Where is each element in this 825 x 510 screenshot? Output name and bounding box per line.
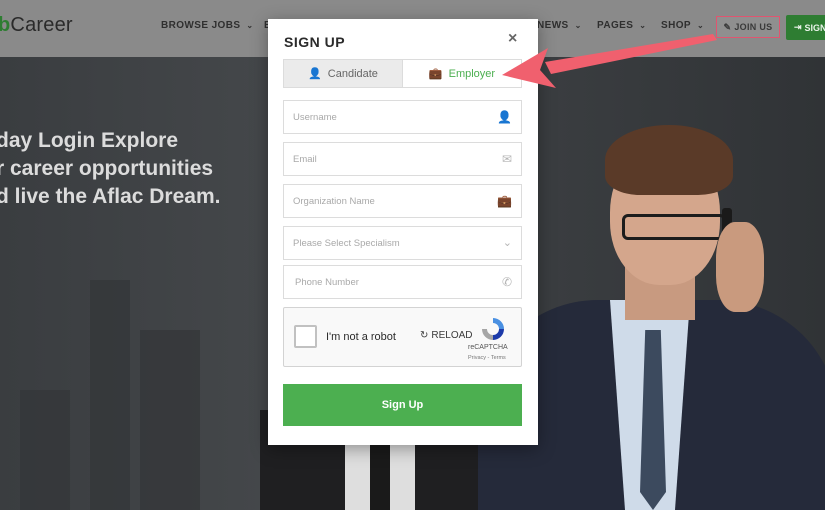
nav-pages[interactable]: PAGES ⌄ (597, 20, 646, 31)
phone-field[interactable]: ✆ (283, 265, 522, 299)
hero-line: day Login Explore (0, 129, 179, 152)
tab-candidate[interactable]: 👤 Candidate (284, 60, 403, 87)
tab-employer[interactable]: 💼 Employer (403, 60, 521, 87)
modal-title: SIGN UP (284, 34, 346, 50)
reload-icon: ↻ (420, 330, 429, 341)
hero-person-glasses (622, 214, 726, 240)
hero-person-hand (716, 222, 764, 312)
pencil-icon: ✎ (723, 21, 732, 32)
close-icon[interactable]: × (508, 30, 517, 48)
briefcase-icon: 💼 (497, 194, 512, 208)
organization-input[interactable] (284, 185, 521, 217)
hero-line: r career opportunities (0, 157, 214, 180)
organization-field[interactable]: 💼 (283, 184, 522, 218)
recaptcha-checkbox[interactable] (294, 325, 317, 348)
chevron-down-icon: ⌄ (639, 21, 647, 30)
recaptcha-links[interactable]: Privacy - Terms (468, 355, 506, 361)
recaptcha-logo-icon (482, 318, 504, 340)
envelope-icon: ✉ (501, 152, 512, 166)
background-person-tie (370, 440, 390, 510)
join-us-button[interactable]: ✎ JOIN US (716, 16, 780, 38)
chevron-down-icon: ⌄ (246, 21, 254, 30)
recaptcha-brand: reCAPTCHA (468, 344, 508, 351)
nav-shop[interactable]: SHOP ⌄ (661, 20, 704, 31)
building-shape (90, 280, 130, 510)
specialism-selected: Please Select Specialism (293, 237, 400, 249)
nav-news[interactable]: NEWS ⌄ (537, 20, 582, 31)
phone-input[interactable] (284, 266, 521, 298)
hero-headline: day Login Explore r career opportunities… (0, 127, 220, 211)
signup-tabs: 👤 Candidate 💼 Employer (283, 59, 522, 88)
recaptcha-widget: I'm not a robot ↻ RELOAD reCAPTCHA Priva… (283, 307, 522, 367)
building-shape (140, 330, 200, 510)
specialism-select[interactable]: Please Select Specialism ⌄ (283, 226, 522, 260)
recaptcha-reload[interactable]: ↻ RELOAD (420, 330, 473, 341)
chevron-down-icon: ⌄ (696, 21, 705, 30)
nav-browse-jobs[interactable]: BROWSE JOBS ⌄ (161, 20, 254, 31)
logo[interactable]: bCareer (0, 14, 73, 37)
user-icon: 👤 (497, 110, 512, 124)
username-input[interactable] (284, 101, 521, 133)
email-field[interactable]: ✉ (283, 142, 522, 176)
chevron-down-icon: ⌄ (502, 237, 512, 249)
sign-in-icon: ⇥ (794, 22, 802, 32)
hero-line: d live the Aflac Dream. (0, 185, 221, 208)
signup-modal: SIGN UP × 👤 Candidate 💼 Employer 👤 ✉ 💼 P… (268, 19, 538, 445)
sign-in-button[interactable]: ⇥ SIGN (786, 15, 825, 40)
chevron-down-icon: ⌄ (574, 21, 582, 30)
email-input[interactable] (284, 143, 521, 175)
sign-up-button[interactable]: Sign Up (283, 384, 522, 426)
briefcase-icon: 💼 (428, 68, 443, 80)
recaptcha-label: I'm not a robot (326, 331, 396, 343)
user-plus-icon: 👤 (308, 68, 322, 80)
username-field[interactable]: 👤 (283, 100, 522, 134)
phone-icon: ✆ (501, 275, 512, 289)
hero-person-hair (605, 125, 733, 195)
building-shape (20, 390, 70, 510)
